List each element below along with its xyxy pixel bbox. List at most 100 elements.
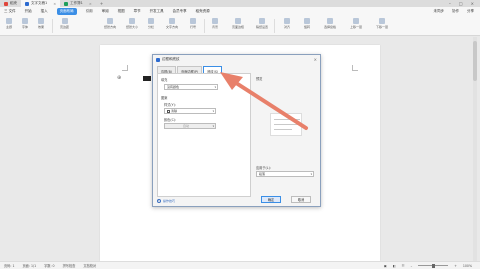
menu-page-layout[interactable]: 页面布局 — [56, 8, 77, 15]
ribbon-background[interactable]: 背景 — [212, 18, 218, 29]
ribbon-font[interactable]: 字体 — [22, 18, 28, 29]
apply-to-label: 应用于(L): — [256, 166, 271, 170]
share-button[interactable]: 分享 — [467, 9, 474, 14]
menu-dev-tools[interactable]: 开发工具 — [150, 9, 164, 14]
ribbon-effects[interactable]: 效果 — [38, 18, 44, 29]
daoke-icon — [4, 1, 8, 6]
word-count[interactable]: 字数: 0 — [44, 263, 55, 268]
ribbon-label: 文字方向 — [166, 25, 179, 29]
ribbon-page-border[interactable]: 页面边框 — [232, 18, 244, 29]
close-icon[interactable]: × — [314, 57, 317, 62]
zoom-knob[interactable] — [432, 263, 436, 268]
ribbon-label: 效果 — [38, 25, 45, 29]
ribbon-label: 下移一层 — [376, 25, 389, 29]
zoom-level[interactable]: 100% — [463, 264, 472, 268]
ribbon-rotate[interactable]: 旋转 — [304, 18, 310, 29]
apply-value: 段落 — [259, 172, 266, 176]
read-mode-icon[interactable]: ☷ — [402, 264, 405, 268]
tab-workbook[interactable]: 工作簿1 × — [60, 0, 96, 7]
effects-icon — [38, 18, 44, 24]
ribbon-align[interactable]: 对齐 — [284, 18, 290, 29]
zoom-slider[interactable] — [418, 263, 449, 268]
ribbon-size[interactable]: 纸张大小 — [126, 18, 138, 29]
menu-references[interactable]: 引用 — [86, 9, 93, 14]
selected-text[interactable] — [143, 76, 151, 81]
cancel-button[interactable]: 取消 — [291, 196, 311, 203]
chevron-down-icon: ▾ — [212, 109, 214, 113]
pattern-label: 图案 — [161, 96, 168, 100]
menu-sections[interactable]: 章节 — [134, 9, 141, 14]
menu-bar: 三 文件 开始 插入 页面布局 引用 审阅 视图 章节 开发工具 会员专享 稻壳… — [0, 7, 480, 16]
new-tab-icon[interactable]: + — [96, 1, 107, 6]
ribbon-label: 选择窗格 — [324, 25, 337, 29]
ribbon-label: 稿纸设置 — [256, 25, 269, 29]
ribbon-text-direction[interactable]: 文字方向 — [166, 18, 178, 29]
view-icon[interactable]: ▣ — [384, 264, 387, 268]
chevron-down-icon: ▾ — [310, 172, 312, 176]
zoom-out-icon[interactable]: – — [411, 264, 413, 268]
send-backward-icon — [379, 18, 385, 24]
doc-proof[interactable]: 文档校对 — [83, 263, 96, 268]
ok-button[interactable]: 确定 — [261, 196, 281, 203]
collab-button[interactable]: 协作 — [452, 9, 459, 14]
ribbon-bring-forward[interactable]: 上移一层 — [350, 18, 362, 29]
fill-color-select[interactable]: 没有颜色 ▾ — [164, 84, 218, 90]
help-link[interactable]: ? 操作技巧 — [157, 199, 175, 203]
ribbon-label: 页边距 — [60, 25, 70, 29]
menu-view[interactable]: 视图 — [118, 9, 125, 14]
menu-daoke[interactable]: 稻壳资源 — [196, 9, 210, 14]
ribbon-manuscript[interactable]: 稿纸设置 — [256, 18, 268, 29]
line-numbers-icon — [190, 18, 196, 24]
ribbon-orientation[interactable]: 纸张方向 — [104, 18, 116, 29]
tab-label: 工作簿1 — [70, 1, 83, 5]
dialog-titlebar: 边框和底纹 × — [153, 55, 320, 64]
dialog-title: 边框和底纹 — [162, 57, 180, 61]
sync-status[interactable]: 未同步 — [434, 9, 445, 14]
spell-check[interactable]: 拼写检查 — [63, 263, 76, 268]
minimize-icon[interactable]: – — [449, 1, 451, 6]
manuscript-icon — [259, 18, 265, 24]
preview-line — [274, 124, 300, 125]
menu-home[interactable]: 开始 — [25, 9, 32, 14]
maximize-icon[interactable]: □ — [459, 1, 463, 6]
menu-member[interactable]: 会员专享 — [173, 9, 187, 14]
web-view-icon[interactable]: ◧ — [393, 264, 396, 268]
preview-line — [274, 119, 300, 120]
orientation-icon — [107, 18, 113, 24]
ribbon-line-numbers[interactable]: 行号 — [190, 18, 196, 29]
ribbon-toolbar: 主题 字体 效果 页边距 纸张方向 纸张大小 分栏 文字方向 行号 背景 页面边… — [0, 16, 480, 36]
close-icon[interactable]: × — [89, 2, 92, 6]
tab-daoke[interactable]: 稻壳 — [0, 0, 21, 7]
close-icon[interactable]: × — [53, 2, 56, 6]
divider — [274, 19, 275, 33]
style-label: 样式(Y): — [164, 103, 176, 107]
fill-value: 没有颜色 — [167, 85, 180, 89]
scroll-thumb[interactable] — [473, 41, 477, 81]
margins-icon — [61, 18, 68, 24]
close-window-icon[interactable]: × — [471, 1, 474, 6]
tab-label: 文字文稿1 — [31, 1, 48, 5]
preview-line — [274, 129, 292, 130]
divider — [204, 19, 205, 33]
pattern-style-select[interactable]: 清除 ▾ — [164, 108, 216, 114]
pattern-color-select[interactable]: 自动 ▾ — [164, 123, 216, 129]
zoom-in-icon[interactable]: + — [454, 264, 457, 268]
tab-document[interactable]: 文字文稿1 × — [21, 0, 61, 7]
ribbon-columns[interactable]: 分栏 — [148, 18, 154, 29]
ribbon-send-backward[interactable]: 下移一层 — [376, 18, 388, 29]
menu-review[interactable]: 审阅 — [102, 9, 109, 14]
menu-insert[interactable]: 插入 — [41, 9, 48, 14]
text-direction-icon — [169, 18, 175, 24]
ribbon-label: 上移一层 — [350, 25, 363, 29]
ribbon-label: 主题 — [6, 25, 13, 29]
menu-file[interactable]: 三 文件 — [4, 9, 16, 14]
font-icon — [22, 18, 28, 24]
apply-to-select[interactable]: 段落 ▾ — [256, 171, 314, 177]
window-controls: – □ × — [449, 1, 480, 6]
status-bar: 页码: 1 页面: 1/1 字数: 0 拼写检查 文档校对 ▣ ◧ ☷ – + … — [0, 261, 480, 269]
vertical-scrollbar[interactable] — [473, 37, 477, 261]
ribbon-margins[interactable]: 页边距 — [60, 18, 69, 29]
ribbon-selection-pane[interactable]: 选择窗格 — [324, 18, 336, 29]
ribbon-theme[interactable]: 主题 — [6, 18, 12, 29]
fill-label: 填充 — [161, 78, 168, 82]
